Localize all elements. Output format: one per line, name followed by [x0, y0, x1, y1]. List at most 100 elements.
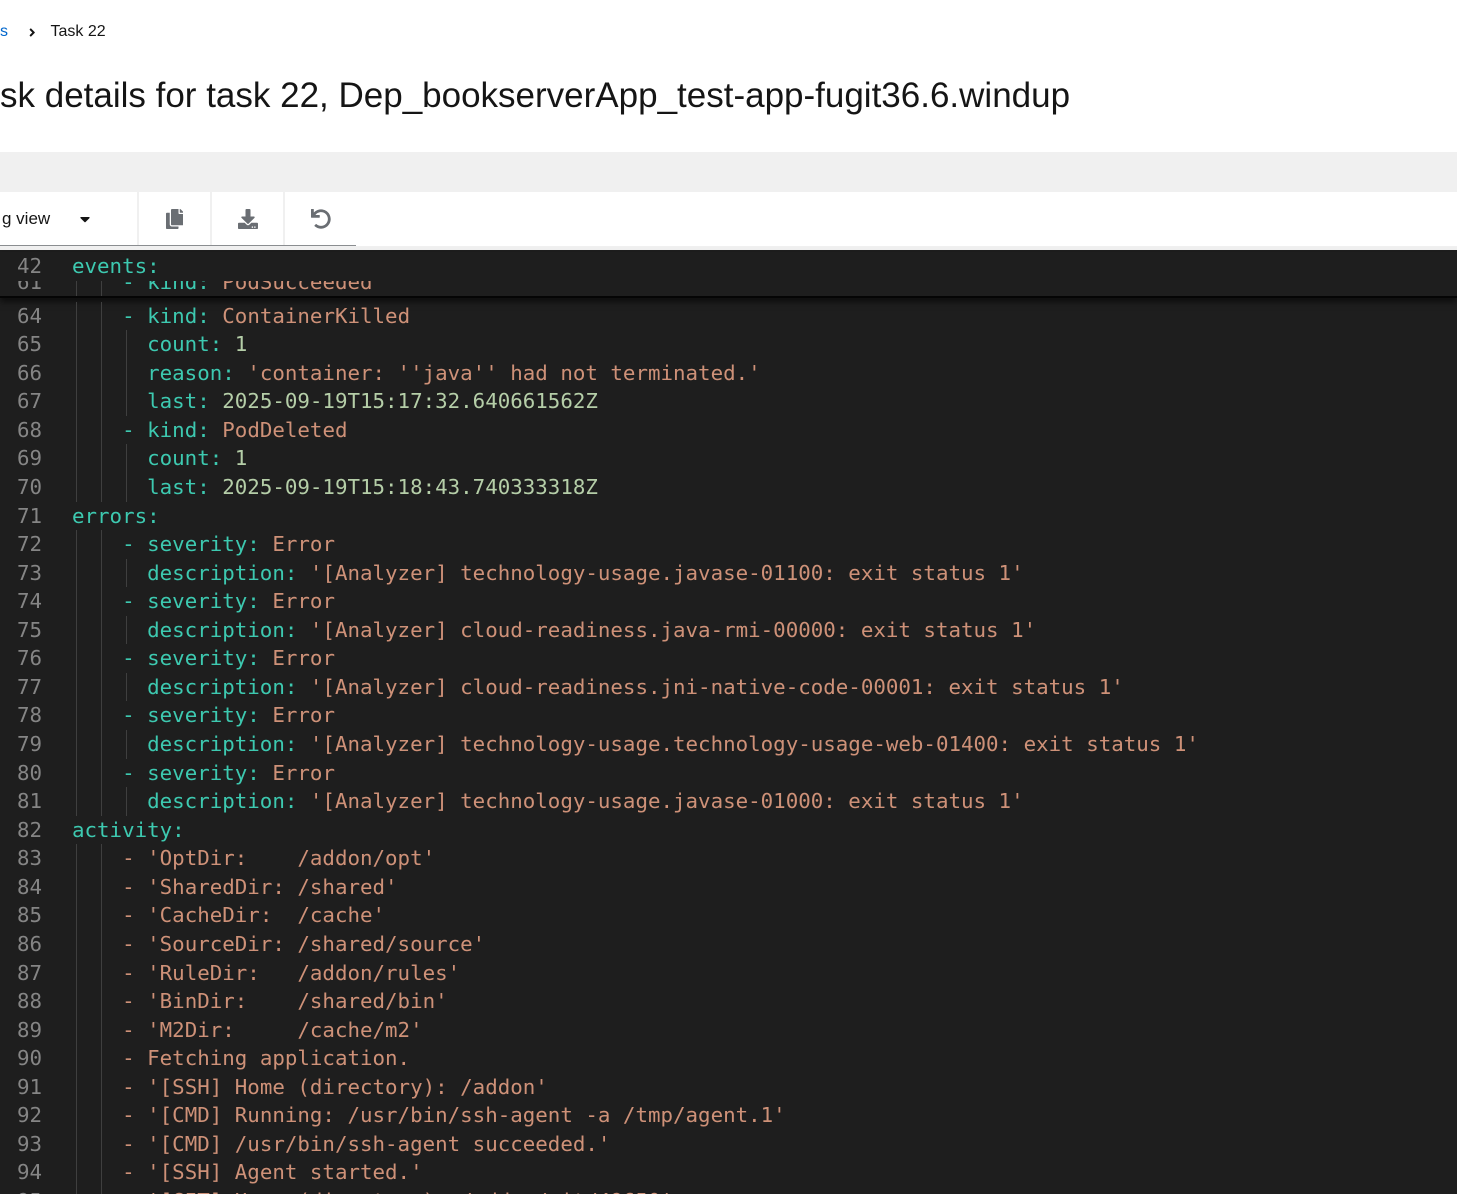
- line-number: 80: [16, 760, 42, 785]
- line-number: 83: [16, 846, 42, 871]
- line-number: 92: [16, 1103, 42, 1128]
- log-view-dropdown-label: g view: [2, 208, 51, 228]
- code-line-75: 75 description: '[Analyzer] cloud-readin…: [0, 615, 1457, 645]
- log-editor[interactable]: 42 events: 61 - kind: PodSucceeded 64 - k…: [0, 250, 1457, 1194]
- code-text: - 'RuleDir: /addon/rules': [72, 958, 461, 988]
- line-number: 75: [16, 617, 42, 642]
- line-number: 72: [16, 532, 42, 557]
- code-text: - severity: Error: [72, 758, 335, 788]
- code-text: - 'CacheDir: /cache': [72, 901, 386, 930]
- code-text: count: 1: [72, 330, 248, 359]
- code-text: - '[SSH] Home (directory): /addon': [72, 1072, 548, 1102]
- toolbar: g view: [0, 152, 1457, 250]
- undo-icon: [310, 208, 331, 229]
- line-number: 78: [16, 703, 42, 728]
- code-line-95: 95 - '[GIT] Home (directory): /addon/git…: [0, 1187, 1457, 1194]
- code-line-67: 67 last: 2025-09-19T15:17:32.640661562Z: [0, 387, 1457, 416]
- code-line-89: 89 - 'M2Dir: /cache/m2': [0, 1015, 1457, 1045]
- caret-down-icon: [80, 211, 90, 227]
- code-line-70: 70 last: 2025-09-19T15:18:43.740333318Z: [0, 472, 1457, 502]
- sticky-scroll: 42 events: 61 - kind: PodSucceeded: [0, 252, 1457, 298]
- line-number: 69: [16, 446, 42, 471]
- line-number: 77: [16, 674, 42, 699]
- code-line-83: 83 - 'OptDir: /addon/opt': [0, 844, 1457, 873]
- line-number: 70: [16, 474, 42, 499]
- code-line-66: 66 reason: 'container: ''java'' had not …: [0, 358, 1457, 388]
- code-line-69: 69 count: 1: [0, 444, 1457, 473]
- line-number: 95: [0, 1187, 42, 1194]
- line-number: 94: [16, 1160, 42, 1185]
- code-line-42: 42 events:: [0, 252, 1457, 281]
- refresh-button[interactable]: [285, 192, 356, 245]
- code-line-71: 71 errors:: [0, 502, 1457, 531]
- line-number: 93: [16, 1131, 42, 1156]
- code-line-87: 87 - 'RuleDir: /addon/rules': [0, 958, 1457, 988]
- line-number: 66: [16, 360, 42, 385]
- code-line-85: 85 - 'CacheDir: /cache': [0, 901, 1457, 930]
- breadcrumb-current: Task 22: [50, 23, 106, 40]
- code-text: - severity: Error: [72, 644, 335, 673]
- code-text: - severity: Error: [72, 701, 335, 730]
- code-line-80: 80 - severity: Error: [0, 758, 1457, 788]
- line-number: 81: [16, 789, 42, 814]
- code-line-94: 94 - '[SSH] Agent started.': [0, 1158, 1457, 1187]
- breadcrumb-link-tasks[interactable]: s: [0, 23, 8, 41]
- code-line-74: 74 - severity: Error: [0, 587, 1457, 616]
- code-line-76: 76 - severity: Error: [0, 644, 1457, 673]
- code-line-78: 78 - severity: Error: [0, 701, 1457, 730]
- line-number: 73: [16, 560, 42, 585]
- toolbar-spacer: [356, 192, 1457, 246]
- line-number: 89: [16, 1017, 42, 1042]
- download-icon: [237, 208, 258, 229]
- code-text: - 'OptDir: /addon/opt': [72, 844, 436, 873]
- code-line-82: 82 activity:: [0, 816, 1457, 845]
- code-line-79: 79 description: '[Analyzer] technology-u…: [0, 730, 1457, 759]
- code-text: - kind: PodSucceeded: [72, 280, 373, 296]
- line-number: 67: [16, 389, 42, 414]
- code-text: count: 1: [72, 444, 248, 473]
- code-line-92: 92 - '[CMD] Running: /usr/bin/ssh-agent …: [0, 1101, 1457, 1130]
- code-line-86: 86 - 'SourceDir: /shared/source': [0, 929, 1457, 959]
- code-line-81: 81 description: '[Analyzer] technology-u…: [0, 787, 1457, 816]
- code-text: last: 2025-09-19T15:17:32.640661562Z: [72, 387, 598, 416]
- code-text: - Fetching application.: [72, 1044, 411, 1073]
- code-text: description: '[Analyzer] cloud-readiness…: [72, 672, 1124, 702]
- task-details-page: s Task 22 sk details for task 22, Dep_bo…: [0, 0, 1457, 1194]
- code-text: description: '[Analyzer] technology-usag…: [72, 787, 1024, 816]
- line-number: 71: [16, 503, 42, 528]
- download-button[interactable]: [212, 192, 283, 245]
- line-number: 88: [16, 989, 42, 1014]
- copy-icon: [165, 208, 184, 229]
- line-number: 68: [16, 417, 42, 442]
- line-number: 74: [16, 589, 42, 614]
- angle-right-icon: [29, 26, 36, 39]
- line-number: 61: [16, 280, 42, 294]
- code-line-64: 64 - kind: ContainerKilled: [0, 301, 1457, 331]
- code-line-72: 72 - severity: Error: [0, 530, 1457, 559]
- code-text: description: '[Analyzer] technology-usag…: [72, 558, 1024, 588]
- code-text: - 'M2Dir: /cache/m2': [72, 1015, 423, 1045]
- log-view-dropdown[interactable]: g view: [0, 192, 137, 245]
- code-text: - severity: Error: [72, 530, 335, 559]
- line-number: 65: [16, 332, 42, 357]
- line-number: 84: [16, 874, 42, 899]
- code-text: description: '[Analyzer] technology-usag…: [72, 730, 1199, 759]
- line-number: 76: [16, 646, 42, 671]
- code-text: description: '[Analyzer] cloud-readiness…: [72, 615, 1037, 645]
- code-text: - '[GIT] Home (directory): /addon/git/49…: [72, 1187, 674, 1194]
- code-line-93: 93 - '[CMD] /usr/bin/ssh-agent succeeded…: [0, 1129, 1457, 1159]
- code-text: - 'BinDir: /shared/bin': [72, 987, 448, 1016]
- code-text: - 'SharedDir: /shared': [72, 872, 398, 902]
- line-number: 91: [16, 1074, 42, 1099]
- line-number: 79: [16, 732, 42, 756]
- line-number: 42: [16, 254, 42, 278]
- code-line-65: 65 count: 1: [0, 330, 1457, 359]
- code-text: - 'SourceDir: /shared/source': [72, 929, 486, 959]
- code-text: events:: [72, 254, 160, 278]
- line-number: 82: [16, 817, 42, 842]
- code-line-77: 77 description: '[Analyzer] cloud-readin…: [0, 672, 1457, 702]
- code-text: errors:: [72, 503, 160, 528]
- code-text: - kind: PodDeleted: [72, 415, 348, 445]
- copy-button[interactable]: [139, 192, 210, 245]
- line-number: 87: [16, 960, 42, 985]
